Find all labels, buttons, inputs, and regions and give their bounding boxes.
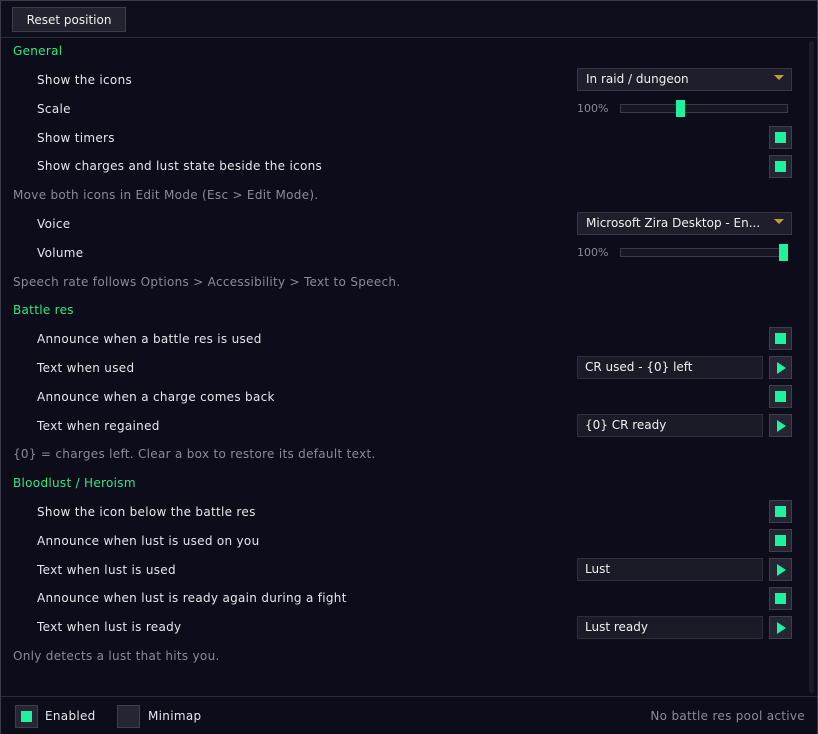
checkbox-mark-icon [775,593,786,604]
play-icon [777,622,786,634]
row-announce-battle-res: Announce when a battle res is used [1,329,807,349]
minimap-label: Minimap [148,709,202,723]
enabled-label: Enabled [45,709,96,723]
announce-charge-back-label: Announce when a charge comes back [37,390,275,404]
text-when-regained-label: Text when regained [37,419,160,433]
row-announce-lust-used: Announce when lust is used on you [1,531,807,551]
text-when-used-input[interactable]: CR used - {0} left [577,356,763,379]
volume-percent: 100% [577,246,609,259]
enabled-checkbox[interactable] [15,705,38,728]
chevron-down-icon [774,219,784,224]
announce-lust-used-checkbox[interactable] [769,529,792,552]
play-icon [777,420,786,432]
minimap-checkbox[interactable] [117,705,140,728]
show-charges-checkbox[interactable] [769,155,792,178]
bottom-bar: Enabled Minimap No battle res pool activ… [1,696,817,734]
volume-slider-track[interactable] [620,244,788,261]
note-move-icons: Move both icons in Edit Mode (Esc > Edit… [13,188,319,202]
announce-lust-ready-label: Announce when lust is ready again during… [37,591,347,605]
scale-label: Scale [37,102,71,116]
top-toolbar: Reset position [1,1,817,38]
show-icons-dropdown[interactable]: In raid / dungeon [577,68,792,91]
volume-label: Volume [37,246,84,260]
text-lust-used-input[interactable]: Lust [577,558,763,581]
row-announce-lust-ready: Announce when lust is ready again during… [1,588,807,608]
checkbox-mark-icon [775,161,786,172]
section-battle-res-heading: Battle res [13,303,74,317]
announce-lust-used-label: Announce when lust is used on you [37,534,260,548]
test-text-lust-used-button[interactable] [769,558,792,581]
volume-slider-handle[interactable] [779,244,788,261]
scale-slider-handle[interactable] [676,100,685,117]
checkbox-mark-icon [775,506,786,517]
checkbox-mark-icon [775,132,786,143]
text-when-used-label: Text when used [37,361,135,375]
show-icons-label: Show the icons [37,73,133,87]
scrollbar[interactable] [809,41,814,693]
play-icon [777,362,786,374]
row-show-charges: Show charges and lust state beside the i… [1,156,807,176]
section-general-heading: General [13,44,63,58]
test-text-when-regained-button[interactable] [769,414,792,437]
checkbox-mark-icon [21,711,32,722]
show-icons-value: In raid / dungeon [586,72,689,86]
scale-percent: 100% [577,102,609,115]
play-icon [777,564,786,576]
announce-lust-ready-checkbox[interactable] [769,587,792,610]
note-speech-rate: Speech rate follows Options > Accessibil… [13,275,401,289]
voice-value: Microsoft Zira Desktop - En... [586,216,761,230]
voice-dropdown[interactable]: Microsoft Zira Desktop - En... [577,212,792,235]
show-timers-label: Show timers [37,131,115,145]
text-when-regained-input[interactable]: {0} CR ready [577,414,763,437]
checkbox-mark-icon [775,535,786,546]
section-bloodlust-heading: Bloodlust / Heroism [13,476,136,490]
chevron-down-icon [774,75,784,80]
row-show-timers: Show timers [1,128,807,148]
announce-charge-back-checkbox[interactable] [769,385,792,408]
text-lust-ready-label: Text when lust is ready [37,620,182,634]
show-icon-below-label: Show the icon below the battle res [37,505,256,519]
show-charges-label: Show charges and lust state beside the i… [37,159,323,173]
text-lust-ready-input[interactable]: Lust ready [577,616,763,639]
voice-label: Voice [37,217,71,231]
scale-slider-track[interactable] [620,100,788,117]
row-announce-charge-back: Announce when a charge comes back [1,387,807,407]
status-text: No battle res pool active [650,709,805,723]
checkbox-mark-icon [775,391,786,402]
test-text-when-used-button[interactable] [769,356,792,379]
note-charges-left: {0} = charges left. Clear a box to resto… [13,447,376,461]
options-window: Reset position General Show the icons In… [0,0,818,734]
test-text-lust-ready-button[interactable] [769,616,792,639]
reset-position-button[interactable]: Reset position [12,7,126,32]
show-timers-checkbox[interactable] [769,126,792,149]
announce-battle-res-label: Announce when a battle res is used [37,332,262,346]
row-show-icon-below: Show the icon below the battle res [1,502,807,522]
checkbox-mark-icon [775,333,786,344]
announce-battle-res-checkbox[interactable] [769,327,792,350]
note-lust-detect: Only detects a lust that hits you. [13,649,220,663]
show-icon-below-checkbox[interactable] [769,500,792,523]
text-lust-used-label: Text when lust is used [37,563,176,577]
